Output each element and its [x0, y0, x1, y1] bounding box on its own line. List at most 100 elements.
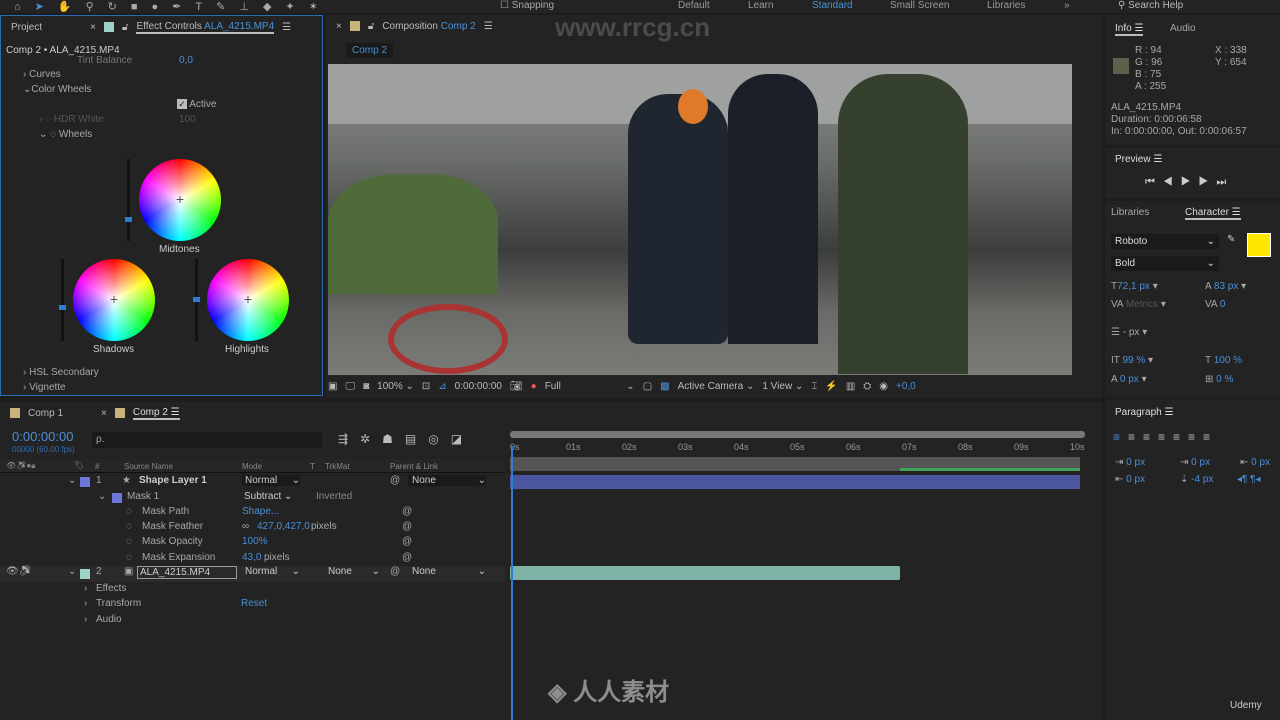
- midtones-slider[interactable]: [125, 159, 132, 241]
- blend-mode-dropdown[interactable]: Normal ⌄: [242, 566, 300, 577]
- tab-character[interactable]: Character ☰: [1185, 207, 1241, 220]
- pen-tool-icon[interactable]: ✒: [172, 0, 181, 13]
- playhead[interactable]: [511, 446, 513, 720]
- view-layout-dropdown[interactable]: 1 View ⌄: [762, 381, 803, 392]
- pickwhip-icon[interactable]: @: [402, 536, 412, 547]
- transform-row[interactable]: › Transform Reset: [0, 598, 505, 613]
- camera-dropdown[interactable]: Active Camera ⌄: [678, 381, 755, 392]
- tab-comp-1[interactable]: Comp 1: [28, 408, 63, 419]
- panel-menu-icon[interactable]: ☰: [282, 22, 291, 33]
- layer-name[interactable]: ALA_4215.MP4: [137, 566, 237, 579]
- draft-3d-icon[interactable]: ✲: [360, 432, 382, 446]
- blend-mode-dropdown[interactable]: Normal ⌄: [242, 475, 300, 486]
- active-checkbox[interactable]: ✓ Active: [177, 99, 216, 110]
- audio-row[interactable]: › Audio: [0, 614, 505, 629]
- workspace-default[interactable]: Default: [678, 0, 710, 11]
- work-area-bar[interactable]: [510, 431, 1085, 438]
- workspace-small-screen[interactable]: Small Screen: [890, 0, 949, 11]
- mask-visibility-icon[interactable]: ◙: [363, 381, 369, 392]
- parent-dropdown[interactable]: None ⌄: [408, 566, 486, 577]
- pickwhip-icon[interactable]: @: [402, 552, 412, 563]
- snapping-checkbox[interactable]: ☐ Snapping: [500, 0, 554, 11]
- parent-dropdown[interactable]: None ⌄: [408, 475, 486, 486]
- kerning-field[interactable]: VA Metrics ▾: [1111, 299, 1166, 310]
- space-after-field[interactable]: ⇣ -4 px: [1180, 474, 1213, 485]
- monitor-icon[interactable]: 🖵︎: [345, 381, 355, 392]
- mask-opacity-value[interactable]: 100%: [242, 536, 268, 547]
- mask-inverted-checkbox[interactable]: Inverted: [316, 491, 352, 502]
- next-frame-icon[interactable]: ▶: [1199, 176, 1217, 188]
- workspace-standard[interactable]: Standard: [812, 0, 853, 11]
- home-icon[interactable]: ⌂: [14, 1, 21, 13]
- layer-2-bar[interactable]: [510, 566, 900, 580]
- effects-row[interactable]: › Effects: [0, 583, 505, 598]
- panel-menu-icon[interactable]: ☰: [484, 21, 493, 32]
- layer-row-1[interactable]: ⌄ 1 ★ Shape Layer 1 Normal ⌄ @ None ⌄: [0, 475, 505, 490]
- vertical-scale-field[interactable]: IT 99 % ▾: [1111, 355, 1153, 366]
- baseline-shift-field[interactable]: A 0 px ▾: [1111, 374, 1147, 385]
- more-workspaces[interactable]: »: [1064, 0, 1070, 11]
- shape-tool-icon[interactable]: ●: [152, 1, 159, 13]
- brush-tool-icon[interactable]: ✎: [216, 0, 225, 13]
- font-family-dropdown[interactable]: Roboto ⌄: [1111, 234, 1219, 249]
- tab-info[interactable]: Info ☰: [1115, 23, 1144, 36]
- space-before-field[interactable]: ⇤ 0 px: [1115, 474, 1145, 485]
- layer-search-input[interactable]: ρ.: [92, 432, 322, 448]
- tsume-field[interactable]: ⊞ 0 %: [1205, 374, 1233, 385]
- fit-icon[interactable]: ⊡: [422, 381, 430, 392]
- leading-field[interactable]: A 83 px ▾: [1205, 281, 1246, 292]
- frame-blend-icon[interactable]: ▤: [405, 432, 428, 446]
- font-size-field[interactable]: T72,1 px ▾: [1111, 281, 1158, 292]
- shadows-wheel[interactable]: [73, 259, 155, 341]
- pixel-aspect-icon[interactable]: ⌶: [811, 381, 817, 392]
- graph-editor-icon[interactable]: ◪: [451, 432, 474, 446]
- stroke-width-field[interactable]: ☰ - px ▾: [1111, 327, 1147, 338]
- tint-balance-value[interactable]: 0,0: [179, 55, 193, 66]
- zoom-dropdown[interactable]: 100% ⌄: [377, 381, 414, 392]
- hsl-secondary-group[interactable]: › HSL Secondary: [23, 367, 99, 378]
- flowchart-icon[interactable]: ⛭: [863, 381, 871, 392]
- rotate-tool-icon[interactable]: ↻: [108, 0, 117, 13]
- exposure-value[interactable]: +0,0: [896, 381, 916, 392]
- indent-first-field[interactable]: ⇥ 0 px: [1180, 457, 1210, 468]
- midtones-wheel[interactable]: [139, 159, 221, 241]
- reset-button[interactable]: Reset: [241, 598, 267, 609]
- vignette-group[interactable]: › Vignette: [23, 382, 66, 393]
- header-source[interactable]: Source Name: [124, 462, 173, 471]
- tab-composition[interactable]: Composition Comp 2: [382, 21, 475, 32]
- shadows-slider[interactable]: [59, 259, 66, 341]
- tracking-field[interactable]: VA 0: [1205, 299, 1225, 310]
- workspace-learn[interactable]: Learn: [748, 0, 774, 11]
- composition-viewer[interactable]: [328, 64, 1072, 375]
- tab-comp-2[interactable]: Comp 2 ☰: [132, 407, 180, 420]
- last-frame-icon[interactable]: ⏭: [1216, 176, 1234, 188]
- tab-libraries[interactable]: Libraries: [1111, 207, 1149, 218]
- tab-audio[interactable]: Audio: [1170, 23, 1196, 34]
- snapshot-icon[interactable]: 📷︎: [510, 381, 523, 392]
- eraser-tool-icon[interactable]: ◆: [263, 0, 271, 13]
- layer-row-2[interactable]: 👁︎🔊︎ ⌄ 2 ▣ ALA_4215.MP4 Normal ⌄ None ⌄ @ …: [0, 566, 505, 582]
- tab-effect-controls[interactable]: Effect Controls ALA_4215.MP4: [136, 21, 275, 34]
- roto-tool-icon[interactable]: ✦: [285, 0, 294, 13]
- pickwhip-icon[interactable]: @: [402, 506, 412, 517]
- viewer-timecode[interactable]: 0:00:00:00: [455, 381, 502, 392]
- eyedropper-icon[interactable]: ✎: [1227, 234, 1235, 245]
- fast-preview-icon[interactable]: ⚡: [825, 381, 837, 392]
- play-icon[interactable]: ▶: [1181, 176, 1199, 188]
- time-ruler[interactable]: 0s 01s 02s 03s 04s 05s 06s 07s 08s 09s 10s: [510, 442, 1085, 454]
- pin-tool-icon[interactable]: ✶: [309, 0, 318, 13]
- first-frame-icon[interactable]: ⏮: [1145, 176, 1163, 188]
- constrain-link-icon[interactable]: ∞: [242, 521, 249, 532]
- highlights-slider[interactable]: [193, 259, 200, 341]
- wheels-group[interactable]: ⌄ ◌ Wheels: [39, 129, 92, 140]
- workspace-libraries[interactable]: Libraries: [987, 0, 1025, 11]
- mask-expansion-value[interactable]: 43,0: [242, 552, 261, 563]
- indent-left-field[interactable]: ⇥ 0 px: [1115, 457, 1145, 468]
- layer-name[interactable]: Shape Layer 1: [139, 475, 207, 486]
- hand-tool-icon[interactable]: ✋: [58, 0, 72, 13]
- layer-1-bar[interactable]: [510, 475, 1080, 489]
- color-wheels-group[interactable]: ⌄Color Wheels: [23, 84, 91, 95]
- highlights-wheel[interactable]: [207, 259, 289, 341]
- lock-icon[interactable]: 🔓︎: [368, 21, 374, 32]
- stamp-tool-icon[interactable]: ⊥: [239, 0, 249, 13]
